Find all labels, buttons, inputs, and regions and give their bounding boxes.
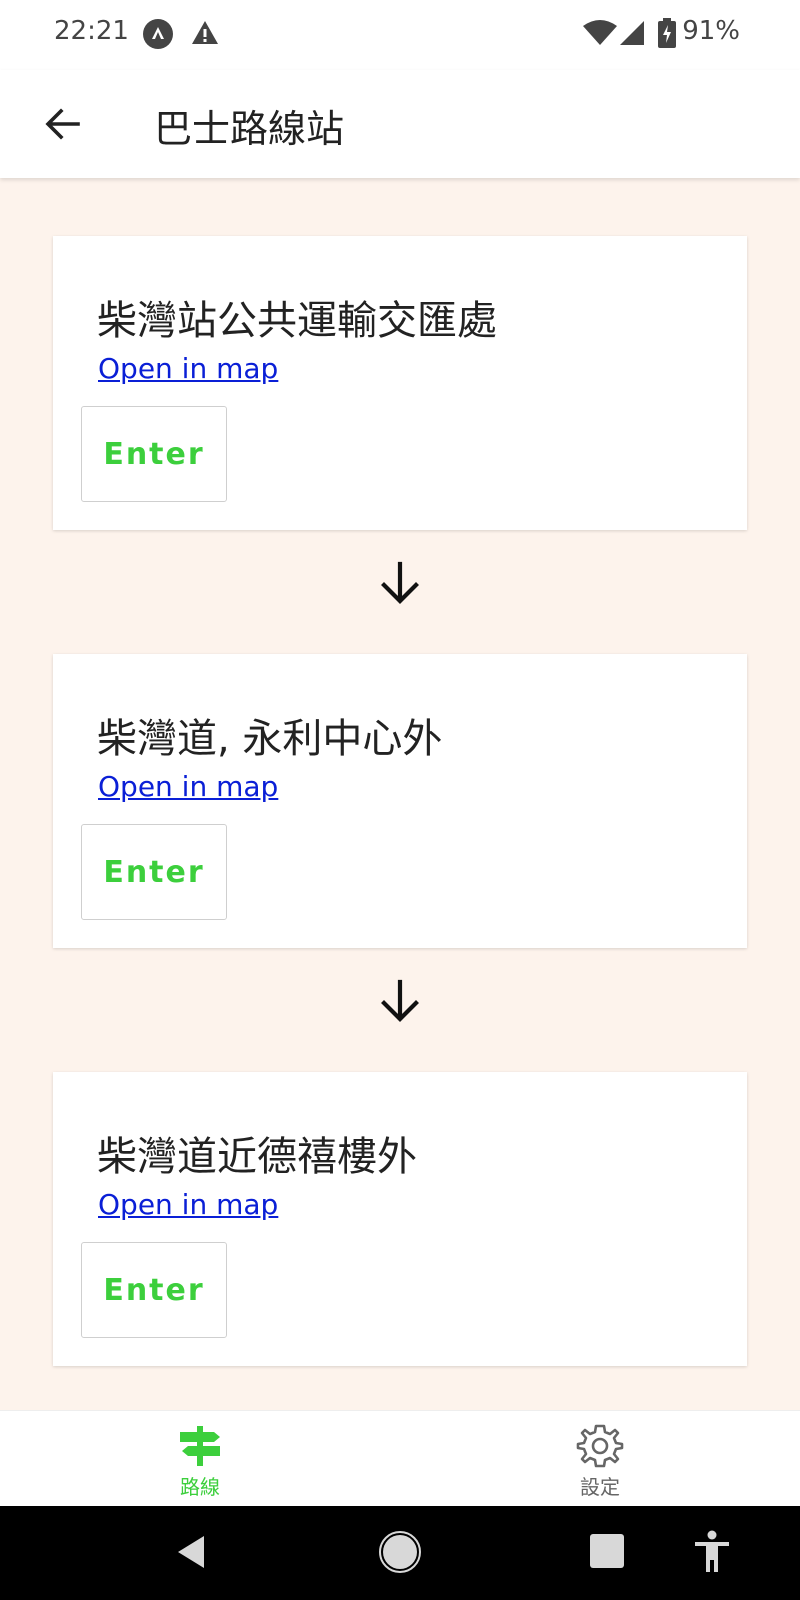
arrow-down-icon xyxy=(381,979,419,1022)
bottom-navigation: 路線 設定 xyxy=(0,1410,800,1506)
system-recents-icon[interactable] xyxy=(590,1534,624,1568)
nav-item-routes[interactable]: 路線 xyxy=(0,1411,400,1507)
system-home-icon[interactable] xyxy=(378,1530,422,1574)
signal-icon xyxy=(618,20,646,50)
stop-name: 柴灣道, 永利中心外 xyxy=(97,716,443,762)
nav-label-routes: 路線 xyxy=(180,1475,220,1499)
battery-charging-icon xyxy=(658,18,676,52)
status-time: 22:21 xyxy=(54,16,129,46)
stop-list[interactable]: 柴灣站公共運輸交匯處 Open in map Enter 柴灣道, 永利中心外 … xyxy=(0,178,800,1410)
open-in-map-link[interactable]: Open in map xyxy=(98,770,278,803)
nav-item-settings[interactable]: 設定 xyxy=(400,1411,800,1507)
stop-card: 柴灣道近德禧樓外 Open in map Enter xyxy=(53,1072,747,1366)
warning-icon xyxy=(190,18,220,52)
notification-a-icon xyxy=(142,18,174,54)
battery-percent: 91% xyxy=(682,16,740,46)
enter-button[interactable]: Enter xyxy=(81,1242,227,1338)
open-in-map-link[interactable]: Open in map xyxy=(98,352,278,385)
arrow-down-icon xyxy=(381,561,419,604)
page-title: 巴士路線站 xyxy=(154,107,345,151)
app-bar: 巴士路線站 xyxy=(0,70,800,178)
system-navigation-bar xyxy=(0,1506,800,1600)
accessibility-icon[interactable] xyxy=(692,1530,732,1574)
enter-button[interactable]: Enter xyxy=(81,824,227,920)
stop-card: 柴灣道, 永利中心外 Open in map Enter xyxy=(53,654,747,948)
system-back-icon[interactable] xyxy=(172,1532,212,1572)
arrow-left-icon xyxy=(45,108,80,140)
wifi-icon xyxy=(583,20,617,50)
gear-icon xyxy=(576,1423,624,1469)
stop-card: 柴灣站公共運輸交匯處 Open in map Enter xyxy=(53,236,747,530)
signpost-icon xyxy=(178,1423,222,1469)
back-button[interactable] xyxy=(34,96,90,152)
nav-label-settings: 設定 xyxy=(580,1475,620,1499)
status-bar: 22:21 91% xyxy=(0,0,800,70)
open-in-map-link[interactable]: Open in map xyxy=(98,1188,278,1221)
enter-button[interactable]: Enter xyxy=(81,406,227,502)
stop-name: 柴灣站公共運輸交匯處 xyxy=(97,298,497,344)
stop-name: 柴灣道近德禧樓外 xyxy=(97,1134,417,1180)
